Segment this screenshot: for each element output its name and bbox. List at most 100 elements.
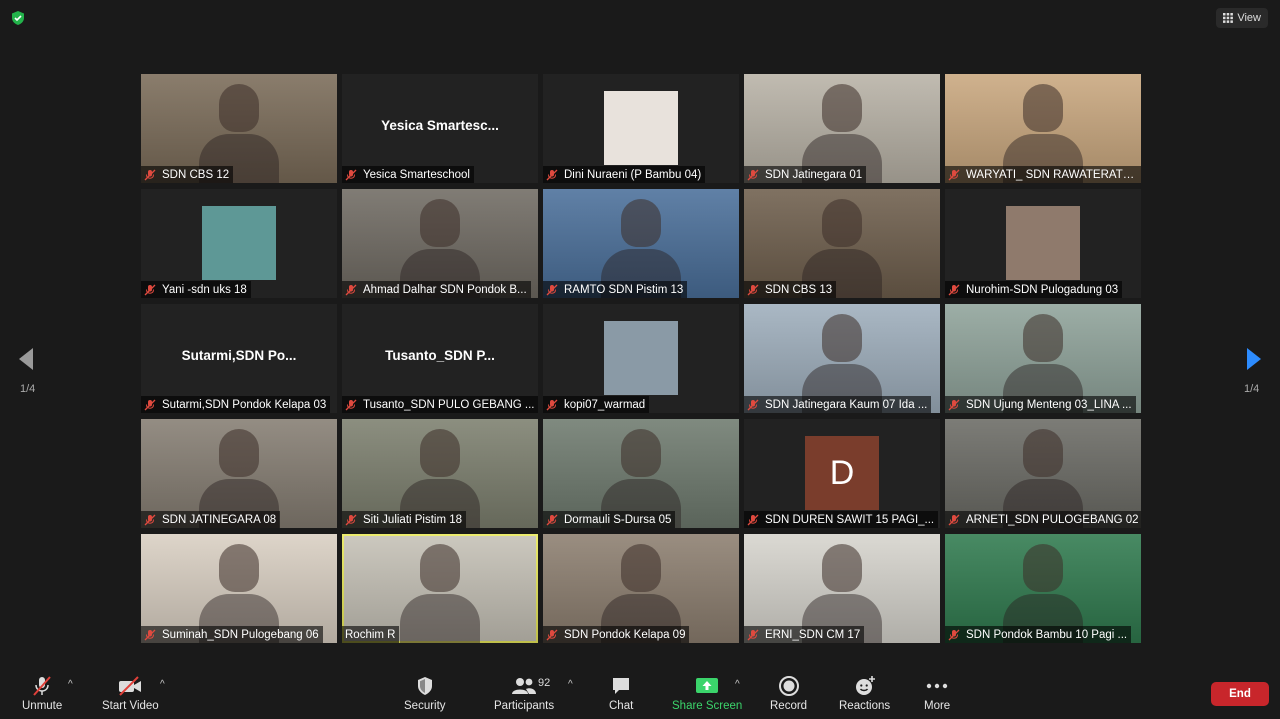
participant-name: SDN CBS 13 <box>765 283 833 296</box>
participant-name-bar: SDN CBS 13 <box>744 281 837 298</box>
arrow-left-icon[interactable] <box>16 346 38 372</box>
avatar: D <box>805 436 879 510</box>
participant-tile[interactable]: Nurohim-SDN Pulogadung 03 <box>945 189 1141 298</box>
end-meeting-button[interactable]: End <box>1211 682 1269 706</box>
participant-name: ERNI_SDN CM 17 <box>765 628 861 641</box>
participant-tile[interactable]: Siti Juliati Pistim 18 <box>342 419 538 528</box>
participant-name: SDN JATINEGARA 08 <box>162 513 277 526</box>
mic-muted-icon <box>144 514 156 525</box>
participant-tile[interactable]: WARYATI_ SDN RAWATERATE 03 <box>945 74 1141 183</box>
mic-muted-icon <box>345 399 357 410</box>
participant-name-bar: ARNETI_SDN PULOGEBANG 02 <box>945 511 1141 528</box>
participant-name: SDN Ujung Menteng 03_LINA ... <box>966 398 1132 411</box>
video-options-caret[interactable]: ^ <box>160 679 165 690</box>
participant-name: Dini Nuraeni (P Bambu 04) <box>564 168 702 181</box>
mic-muted-icon <box>144 284 156 295</box>
mic-muted-icon <box>546 514 558 525</box>
participant-name: Rochim R <box>345 628 396 641</box>
reactions-label: Reactions <box>839 700 891 712</box>
participant-name-bar: Siti Juliati Pistim 18 <box>342 511 467 528</box>
mic-muted-icon <box>747 399 759 410</box>
participant-tile[interactable]: kopi07_warmad <box>543 304 739 413</box>
participant-tile[interactable]: Dormauli S-Dursa 05 <box>543 419 739 528</box>
page-indicator-right: 1/4 <box>1244 383 1260 395</box>
participant-name-bar: Tusanto_SDN PULO GEBANG ... <box>342 396 538 413</box>
participant-tile[interactable]: SDN Jatinegara 01 <box>744 74 940 183</box>
view-label: View <box>1237 12 1261 24</box>
participant-name: SDN Jatinegara 01 <box>765 168 863 181</box>
security-button[interactable]: Security <box>404 675 446 712</box>
participant-name: Ahmad Dalhar SDN Pondok B... <box>363 283 527 296</box>
participant-tile[interactable]: Dini Nuraeni (P Bambu 04) <box>543 74 739 183</box>
participant-name: Sutarmi,SDN Pondok Kelapa 03 <box>162 398 327 411</box>
participant-name-bar: WARYATI_ SDN RAWATERATE 03 <box>945 166 1141 183</box>
participant-display-name: Sutarmi,SDN Po... <box>181 348 297 363</box>
participant-tile[interactable]: SDN JATINEGARA 08 <box>141 419 337 528</box>
participant-name-bar: ERNI_SDN CM 17 <box>744 626 865 643</box>
participant-tile[interactable]: SDN Jatinegara Kaum 07 Ida ... <box>744 304 940 413</box>
record-icon <box>778 676 799 696</box>
participant-name: kopi07_warmad <box>564 398 646 411</box>
start-video-button[interactable]: Start Video <box>102 675 159 712</box>
video-off-icon <box>119 676 142 696</box>
video-grid: SDN CBS 12 Yesica Smartesc... Yesica Smart… <box>141 74 1141 643</box>
participant-name-bar: Ahmad Dalhar SDN Pondok B... <box>342 281 531 298</box>
participant-name: SDN Pondok Kelapa 09 <box>564 628 686 641</box>
participant-tile[interactable]: Suminah_SDN Pulogebang 06 <box>141 534 337 643</box>
participant-tile[interactable]: Tusanto_SDN P... Tusanto_SDN PULO GEBANG … <box>342 304 538 413</box>
view-button[interactable]: View <box>1216 8 1268 28</box>
arrow-right-icon[interactable] <box>1242 346 1264 372</box>
participant-tile[interactable]: Yani -sdn uks 18 <box>141 189 337 298</box>
participants-options-caret[interactable]: ^ <box>568 679 573 690</box>
chat-button[interactable]: Chat <box>609 675 633 712</box>
participant-name-bar: SDN JATINEGARA 08 <box>141 511 281 528</box>
participant-name-bar: SDN CBS 12 <box>141 166 234 183</box>
audio-options-caret[interactable]: ^ <box>68 679 73 690</box>
participant-name-bar: SDN Pondok Bambu 10 Pagi ... <box>945 626 1132 643</box>
participant-tile[interactable]: ERNI_SDN CM 17 <box>744 534 940 643</box>
share-screen-icon <box>696 678 719 693</box>
participant-name-bar: Yani -sdn uks 18 <box>141 281 251 298</box>
participant-tile[interactable]: SDN Pondok Bambu 10 Pagi ... <box>945 534 1141 643</box>
mic-muted-icon <box>747 629 759 640</box>
participant-name-bar: Dormauli S-Dursa 05 <box>543 511 676 528</box>
participant-name-bar: Suminah_SDN Pulogebang 06 <box>141 626 323 643</box>
mic-muted-icon <box>948 284 960 295</box>
participant-name-bar: Rochim R <box>342 626 400 643</box>
participant-tile[interactable]: Ahmad Dalhar SDN Pondok B... <box>342 189 538 298</box>
record-button[interactable]: Record <box>770 675 807 712</box>
profile-photo <box>1006 206 1080 280</box>
security-label: Security <box>404 700 446 712</box>
share-screen-button[interactable]: Share Screen <box>672 675 742 712</box>
more-label: More <box>924 700 951 712</box>
participant-tile[interactable]: SDN CBS 13 <box>744 189 940 298</box>
participant-tile[interactable]: D SDN DUREN SAWIT 15 PAGI_... <box>744 419 940 528</box>
encryption-shield-icon[interactable] <box>10 10 26 26</box>
unmute-button[interactable]: Unmute <box>22 675 62 712</box>
reactions-button[interactable]: Reactions <box>839 675 890 712</box>
meeting-toolbar: Unmute ^ Start Video ^ Security Particip… <box>0 667 1280 719</box>
more-button[interactable]: More <box>924 675 950 712</box>
participant-display-name: Yesica Smartesc... <box>381 118 499 133</box>
participant-name: SDN Pondok Bambu 10 Pagi ... <box>966 628 1128 641</box>
participant-tile[interactable]: Yesica Smartesc... Yesica Smarteschool <box>342 74 538 183</box>
share-options-caret[interactable]: ^ <box>735 679 740 690</box>
participant-tile[interactable]: Rochim R <box>342 534 538 643</box>
participant-name-bar: SDN DUREN SAWIT 15 PAGI_... <box>744 511 939 528</box>
participant-tile[interactable]: SDN Pondok Kelapa 09 <box>543 534 739 643</box>
participant-name-bar: SDN Ujung Menteng 03_LINA ... <box>945 396 1136 413</box>
participant-tile[interactable]: SDN CBS 12 <box>141 74 337 183</box>
more-icon <box>926 683 948 689</box>
chat-label: Chat <box>609 700 634 712</box>
profile-photo <box>202 206 276 280</box>
page-indicator-left: 1/4 <box>20 383 36 395</box>
participant-tile[interactable]: ARNETI_SDN PULOGEBANG 02 <box>945 419 1141 528</box>
mic-muted-icon <box>948 169 960 180</box>
participant-tile[interactable]: RAMTO SDN Pistim 13 <box>543 189 739 298</box>
participant-name-bar: Yesica Smarteschool <box>342 166 474 183</box>
participant-tile[interactable]: SDN Ujung Menteng 03_LINA ... <box>945 304 1141 413</box>
mic-muted-icon <box>144 169 156 180</box>
participant-name-bar: SDN Pondok Kelapa 09 <box>543 626 690 643</box>
participant-tile[interactable]: Sutarmi,SDN Po... Sutarmi,SDN Pondok Kela… <box>141 304 337 413</box>
start-video-label: Start Video <box>102 700 159 712</box>
